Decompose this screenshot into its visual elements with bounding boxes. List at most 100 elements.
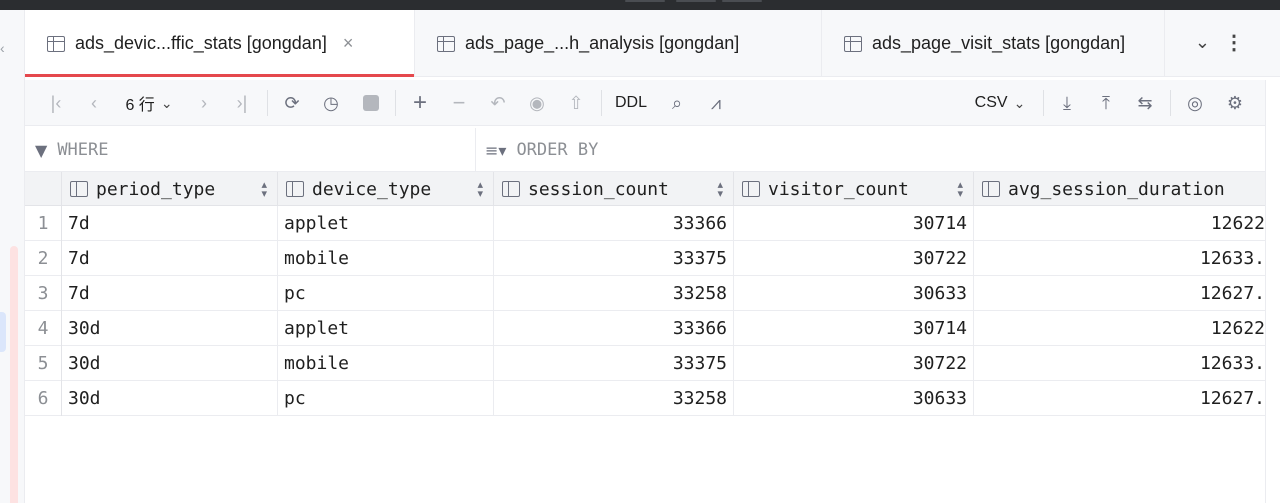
data-grid: period_type ▴ ▾ device_type ▴ ▾ session_co… [25,172,1265,503]
column-header-avg-session-duration[interactable]: avg_session_duration [974,172,1265,206]
table-row[interactable]: 4 30d applet 33366 30714 12622 [25,311,1265,346]
submit-icon[interactable]: ⇧ [562,80,590,126]
column-label: period_type [96,178,216,200]
table-icon [437,35,455,52]
sort-arrows-icon[interactable]: ▴ ▾ [717,179,723,199]
cell-period-type[interactable]: 30d [62,311,278,346]
cell-session-count[interactable]: 33258 [494,381,734,416]
cell-session-count[interactable]: 33375 [494,241,734,276]
chevron-left-icon[interactable]: ‹ [0,40,5,56]
cell-visitor-count[interactable]: 30633 [734,381,974,416]
table-row[interactable]: 5 30d mobile 33375 30722 12633. [25,346,1265,381]
cell-avg-session-duration[interactable]: 12627. [974,276,1265,311]
left-side-gutter: ‹ [0,10,25,503]
cell-session-count[interactable]: 33366 [494,311,734,346]
chevron-down-icon[interactable]: ⌄ [1195,32,1210,53]
table-row[interactable]: 1 7d applet 33366 30714 12622 [25,206,1265,241]
last-page-icon[interactable]: ›| [229,80,255,126]
order-by-field[interactable]: ≡▾ ORDER BY [485,128,1245,172]
sort-icon: ≡▾ [485,140,507,160]
cell-avg-session-duration[interactable]: 12633. [974,346,1265,381]
cell-period-type[interactable]: 30d [62,346,278,381]
cell-visitor-count[interactable]: 30714 [734,311,974,346]
top-bar-control [676,0,716,2]
cell-period-type[interactable]: 7d [62,206,278,241]
tab-label: ads_devic...ffic_stats [gongdan] [75,33,327,53]
row-number: 2 [25,241,62,276]
export-format-dropdown[interactable]: CSV ⌄ [967,80,1033,126]
more-vertical-icon[interactable]: ⋮ [1224,30,1244,55]
filter-divider [475,128,476,172]
top-bar-control [625,0,665,2]
preview-changes-icon[interactable]: ◉ [523,80,551,126]
add-row-icon[interactable]: + [406,80,434,126]
compare-icon[interactable]: ⇆ [1131,80,1159,126]
toolbar-separator [267,90,268,116]
search-icon[interactable]: ⌕ [663,80,691,126]
cell-device-type[interactable]: pc [278,381,494,416]
sort-arrows-icon[interactable]: ▴ ▾ [477,179,483,199]
row-number: 5 [25,346,62,381]
table-row[interactable]: 6 30d pc 33258 30633 12627. [25,381,1265,416]
previous-page-icon[interactable]: ‹ [81,80,107,126]
refresh-icon[interactable]: ⟳ [278,80,306,126]
column-label: session_count [528,178,669,200]
column-header-period-type[interactable]: period_type ▴ ▾ [62,172,278,206]
tab-ads-page-visit-stats[interactable]: ads_page_visit_stats [gongdan] [822,10,1165,77]
revert-icon[interactable]: ↶ [484,80,512,126]
cell-visitor-count[interactable]: 30722 [734,241,974,276]
column-header-device-type[interactable]: device_type ▴ ▾ [278,172,494,206]
column-header-visitor-count[interactable]: visitor_count ▴ ▾ [734,172,974,206]
first-page-icon[interactable]: |‹ [43,80,69,126]
cell-session-count[interactable]: 33375 [494,346,734,381]
cell-period-type[interactable]: 7d [62,276,278,311]
upload-icon[interactable]: ⤒ [1092,80,1120,126]
cell-visitor-count[interactable]: 30633 [734,276,974,311]
tab-ads-page-path-analysis[interactable]: ads_page_...h_analysis [gongdan] [415,10,822,77]
cell-avg-session-duration[interactable]: 12627. [974,381,1265,416]
cell-period-type[interactable]: 30d [62,381,278,416]
history-clock-icon[interactable]: ◷ [317,80,345,126]
delete-row-icon[interactable]: − [445,80,473,126]
sort-arrows-icon[interactable]: ▴ ▾ [261,179,267,199]
vertical-scrollbar[interactable] [1265,80,1280,503]
cell-device-type[interactable]: pc [278,276,494,311]
gear-icon[interactable]: ⚙ [1221,80,1249,126]
cell-avg-session-duration[interactable]: 12622 [974,206,1265,241]
cell-device-type[interactable]: mobile [278,346,494,381]
cell-session-count[interactable]: 33258 [494,276,734,311]
cell-visitor-count[interactable]: 30722 [734,346,974,381]
cell-avg-session-duration[interactable]: 12622 [974,311,1265,346]
toolbar-separator [1043,90,1044,116]
cell-device-type[interactable]: applet [278,206,494,241]
stop-icon[interactable] [357,80,385,126]
cell-visitor-count[interactable]: 30714 [734,206,974,241]
column-header-session-count[interactable]: session_count ▴ ▾ [494,172,734,206]
column-icon [982,181,1000,197]
where-filter-field[interactable]: ▼ WHERE [35,128,465,172]
ddl-button[interactable]: DDL [611,80,651,126]
table-row[interactable]: 2 7d mobile 33375 30722 12633. [25,241,1265,276]
tab-ads-device-traffic-stats[interactable]: ads_devic...ffic_stats [gongdan] × [25,10,415,77]
cell-device-type[interactable]: applet [278,311,494,346]
cell-session-count[interactable]: 33366 [494,206,734,241]
tab-label: ads_page_visit_stats [gongdan] [872,33,1126,53]
cell-device-type[interactable]: mobile [278,241,494,276]
next-page-icon[interactable]: › [191,80,217,126]
row-number: 4 [25,311,62,346]
close-icon[interactable]: × [343,33,354,54]
toolbar-separator [1170,90,1171,116]
cell-avg-session-duration[interactable]: 12633. [974,241,1265,276]
table-icon [47,35,65,52]
download-icon[interactable]: ⤓ [1053,80,1081,126]
column-icon [286,181,304,197]
cell-period-type[interactable]: 7d [62,241,278,276]
chevron-down-icon: ⌄ [160,94,173,111]
chart-icon[interactable]: ⩘ [701,80,731,126]
view-eye-icon[interactable]: ◎ [1180,80,1210,126]
table-row[interactable]: 3 7d pc 33258 30633 12627. [25,276,1265,311]
row-count-dropdown[interactable]: 6 行 ⌄ [119,80,179,126]
column-label: device_type [312,178,432,200]
row-number: 6 [25,381,62,416]
sort-arrows-icon[interactable]: ▴ ▾ [957,179,963,199]
